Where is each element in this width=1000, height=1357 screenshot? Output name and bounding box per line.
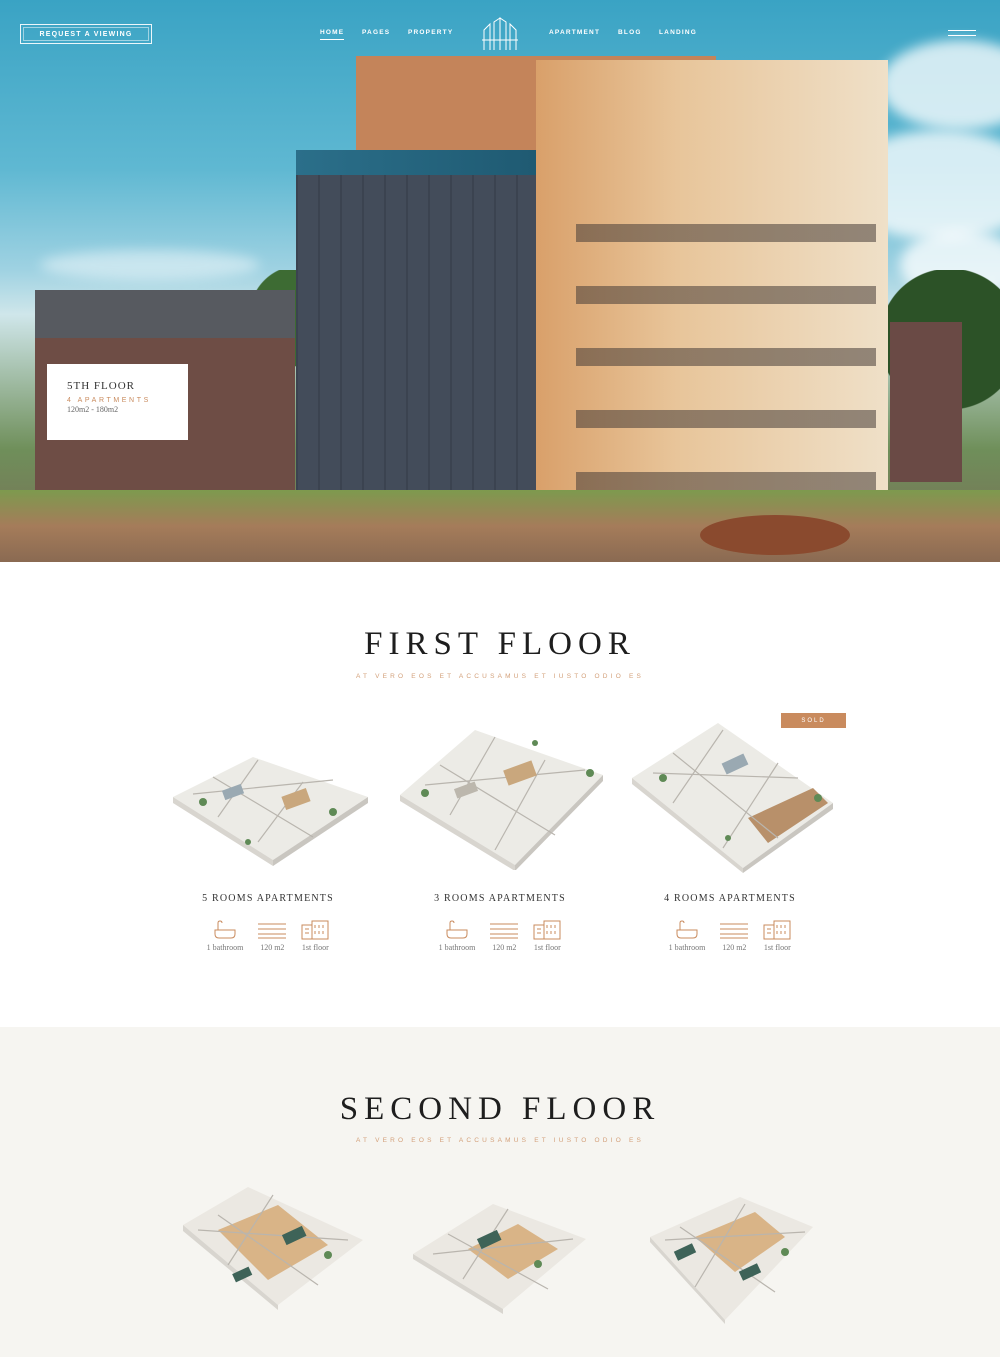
logo-icon[interactable] xyxy=(480,16,520,52)
first-floor-title: FIRST FLOOR xyxy=(364,626,636,662)
floor-label: 1st floor xyxy=(301,943,329,952)
apartment-floorplan-image[interactable] xyxy=(645,1192,817,1324)
area-label: 120 m2 xyxy=(722,943,747,952)
menu-item-landing[interactable]: LANDING xyxy=(659,29,697,36)
menu-item-property[interactable]: PROPERTY xyxy=(408,29,453,36)
request-viewing-label: REQUEST A VIEWING xyxy=(39,30,133,38)
apartment-floorplan-image[interactable] xyxy=(395,725,607,870)
building-icon xyxy=(301,920,329,940)
apartment-floorplan-image[interactable] xyxy=(178,1185,368,1310)
top-navigation: REQUEST A VIEWING HOME PAGES PROPERTY AP… xyxy=(0,0,1000,70)
feature-bathroom: 1 bathroom xyxy=(668,920,706,952)
floor-card-title: 5TH FLOOR xyxy=(67,380,135,392)
second-floor-title: SECOND FLOOR xyxy=(339,1091,661,1127)
feature-area: 120 m2 xyxy=(257,920,287,952)
first-floor-subtitle: AT VERO EOS ET ACCUSAMUS ET IUSTO ODIO E… xyxy=(355,673,645,680)
area-icon xyxy=(258,923,287,939)
menu-item-blog[interactable]: BLOG xyxy=(618,29,642,36)
area-icon xyxy=(490,923,519,939)
area-label: 120 m2 xyxy=(260,943,285,952)
bathroom-label: 1 bathroom xyxy=(668,943,706,952)
floor-info-card[interactable]: 5TH FLOOR 4 APARTMENTS 120m2 - 180m2 xyxy=(47,364,188,440)
apartment-floorplan-image[interactable] xyxy=(408,1199,590,1314)
floor-label: 1st floor xyxy=(763,943,791,952)
apartment-features: 1 bathroom 120 m2 1st floor xyxy=(158,920,378,952)
area-icon xyxy=(720,923,749,939)
feature-area: 120 m2 xyxy=(489,920,519,952)
apartment-title[interactable]: 5 ROOMS APARTMENTS xyxy=(158,893,378,904)
floor-card-subtitle: 4 APARTMENTS xyxy=(67,397,151,404)
bathtub-icon xyxy=(446,920,468,939)
feature-floor: 1st floor xyxy=(301,920,329,952)
apartment-features: 1 bathroom 120 m2 1st floor xyxy=(620,920,840,952)
apartment-features: 1 bathroom 120 m2 1st floor xyxy=(390,920,610,952)
feature-floor: 1st floor xyxy=(533,920,561,952)
menu-item-pages[interactable]: PAGES xyxy=(362,29,390,36)
area-label: 120 m2 xyxy=(492,943,517,952)
feature-bathroom: 1 bathroom xyxy=(438,920,476,952)
feature-bathroom: 1 bathroom xyxy=(206,920,244,952)
apartment-floorplan-image[interactable] xyxy=(628,718,836,873)
feature-floor: 1st floor xyxy=(763,920,791,952)
floor-label: 1st floor xyxy=(533,943,561,952)
building-icon xyxy=(533,920,561,940)
bathtub-icon xyxy=(676,920,698,939)
feature-area: 120 m2 xyxy=(719,920,749,952)
request-viewing-button[interactable]: REQUEST A VIEWING xyxy=(20,24,152,44)
bathtub-icon xyxy=(214,920,236,939)
hero-banner xyxy=(0,0,1000,562)
menu-item-home[interactable]: HOME xyxy=(320,29,345,40)
hamburger-icon[interactable] xyxy=(948,30,976,38)
menu-item-apartment[interactable]: APARTMENT xyxy=(549,29,600,36)
building-icon xyxy=(763,920,791,940)
apartment-floorplan-image[interactable] xyxy=(163,742,373,867)
bathroom-label: 1 bathroom xyxy=(206,943,244,952)
bathroom-label: 1 bathroom xyxy=(438,943,476,952)
apartment-title[interactable]: 3 ROOMS APARTMENTS xyxy=(390,893,610,904)
apartment-title[interactable]: 4 ROOMS APARTMENTS xyxy=(620,893,840,904)
floor-card-area: 120m2 - 180m2 xyxy=(67,405,119,414)
second-floor-subtitle: AT VERO EOS ET ACCUSAMUS ET IUSTO ODIO E… xyxy=(355,1137,645,1144)
second-floor-section: SECOND FLOOR AT VERO EOS ET ACCUSAMUS ET… xyxy=(0,1027,1000,1357)
